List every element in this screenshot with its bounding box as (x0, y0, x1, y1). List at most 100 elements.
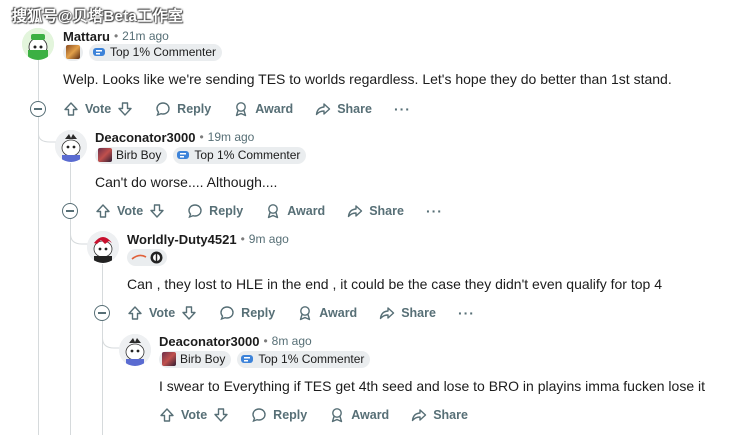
user-avatar[interactable] (55, 130, 87, 162)
watermark-text: 搜狐号@贝塔Beta工作室 (12, 8, 184, 25)
timestamp[interactable]: 19m ago (208, 130, 255, 144)
comment-body: Welp. Looks like we're sending TES to wo… (63, 71, 672, 87)
flair-row: Top 1% Commenter (63, 43, 223, 61)
flair-label: Top 1% Commenter (258, 352, 365, 366)
share-button[interactable]: Share (315, 101, 372, 117)
separator-dot: • (199, 130, 204, 144)
separator-dot: • (113, 29, 119, 43)
vote-group: Vote (95, 203, 165, 219)
award-button[interactable]: Award (329, 407, 389, 423)
user-avatar[interactable] (119, 334, 151, 366)
downvote-icon[interactable] (117, 101, 133, 117)
reply-button[interactable]: Reply (219, 305, 275, 321)
reply-button[interactable]: Reply (251, 407, 307, 423)
separator-dot: • (240, 232, 245, 246)
share-button[interactable]: Share (379, 305, 436, 321)
flair-image (98, 148, 112, 162)
reply-icon (156, 102, 170, 117)
award-button[interactable]: Award (233, 101, 293, 117)
vote-label: Vote (85, 102, 112, 116)
username[interactable]: Deaconator3000 (159, 334, 259, 349)
birb-boy-flair: Birb Boy (95, 146, 168, 164)
award-label: Award (319, 306, 358, 320)
comment-actions: Vote Reply Award Share (159, 403, 490, 427)
username[interactable]: Deaconator3000 (95, 130, 195, 145)
reply-label: Reply (209, 204, 244, 218)
vote-label: Vote (181, 408, 208, 422)
share-button[interactable]: Share (411, 407, 468, 423)
share-icon (348, 205, 363, 218)
reply-label: Reply (241, 306, 276, 320)
birb-boy-flair: Birb Boy (159, 350, 232, 368)
reply-icon (252, 408, 266, 423)
award-button[interactable]: Award (297, 305, 357, 321)
user-flair-emblem (127, 248, 167, 266)
downvote-icon[interactable] (213, 407, 229, 423)
comment-actions: Vote Reply Award Share ··· (63, 97, 411, 121)
vote-label: Vote (117, 204, 144, 218)
comment-body: Can , they lost to HLE in the end , it c… (127, 276, 663, 292)
top-commenter-flair: Top 1% Commenter (89, 43, 223, 61)
downvote-icon[interactable] (181, 305, 197, 321)
user-avatar[interactable] (87, 231, 119, 263)
award-icon (268, 204, 279, 219)
share-icon (412, 409, 427, 422)
flair-row (127, 248, 167, 266)
award-label: Award (287, 204, 326, 218)
timestamp[interactable]: 21m ago (122, 29, 169, 43)
username[interactable]: Mattaru (63, 29, 110, 44)
team-logo-icon (150, 251, 163, 263)
reply-icon (188, 204, 202, 219)
separator-dot: • (263, 334, 268, 348)
flair-row: Birb Boy Top 1% Commenter (159, 350, 371, 368)
vote-group: Vote (127, 305, 197, 321)
flair-image (162, 352, 176, 366)
share-label: Share (337, 102, 372, 116)
reply-button[interactable]: Reply (155, 101, 211, 117)
collapse-thread-button[interactable] (94, 305, 110, 321)
timestamp[interactable]: 8m ago (272, 334, 312, 348)
upvote-icon[interactable] (95, 203, 111, 219)
more-options-button[interactable]: ··· (394, 101, 411, 117)
share-label: Share (433, 408, 468, 422)
reply-button[interactable]: Reply (187, 203, 243, 219)
username[interactable]: Worldly-Duty4521 (127, 232, 237, 247)
vote-group: Vote (159, 407, 229, 423)
reply-label: Reply (177, 102, 212, 116)
swoosh-icon (131, 254, 147, 260)
award-icon (332, 408, 343, 423)
share-icon (316, 103, 331, 116)
comment-body: Can't do worse.... Although.... (95, 174, 278, 190)
flair-label: Top 1% Commenter (110, 45, 217, 59)
flair-label: Top 1% Commenter (194, 148, 301, 162)
commenter-icon (93, 48, 105, 56)
award-button[interactable]: Award (265, 203, 325, 219)
more-options-button[interactable]: ··· (458, 305, 475, 321)
reply-icon (220, 306, 234, 321)
commenter-icon (241, 355, 254, 363)
collapse-thread-button[interactable] (30, 101, 46, 117)
award-label: Award (255, 102, 294, 116)
award-label: Award (351, 408, 390, 422)
share-icon (380, 307, 395, 320)
share-button[interactable]: Share (347, 203, 404, 219)
collapse-thread-button[interactable] (62, 203, 78, 219)
timestamp[interactable]: 9m ago (249, 232, 289, 246)
commenter-icon (177, 151, 190, 159)
user-avatar[interactable] (22, 28, 54, 60)
flair-label: Birb Boy (116, 148, 162, 162)
downvote-icon[interactable] (149, 203, 165, 219)
top-commenter-flair: Top 1% Commenter (237, 350, 371, 368)
flair-row: Birb Boy Top 1% Commenter (95, 146, 307, 164)
reply-label: Reply (273, 408, 308, 422)
upvote-icon[interactable] (63, 101, 79, 117)
share-label: Share (401, 306, 436, 320)
top-commenter-flair: Top 1% Commenter (173, 146, 307, 164)
award-icon (300, 306, 311, 321)
upvote-icon[interactable] (127, 305, 143, 321)
comment-actions: Vote Reply Award Share ··· (95, 199, 443, 223)
comment-actions: Vote Reply Award Share ··· (127, 301, 475, 325)
more-options-button[interactable]: ··· (426, 203, 443, 219)
upvote-icon[interactable] (159, 407, 175, 423)
share-label: Share (369, 204, 404, 218)
